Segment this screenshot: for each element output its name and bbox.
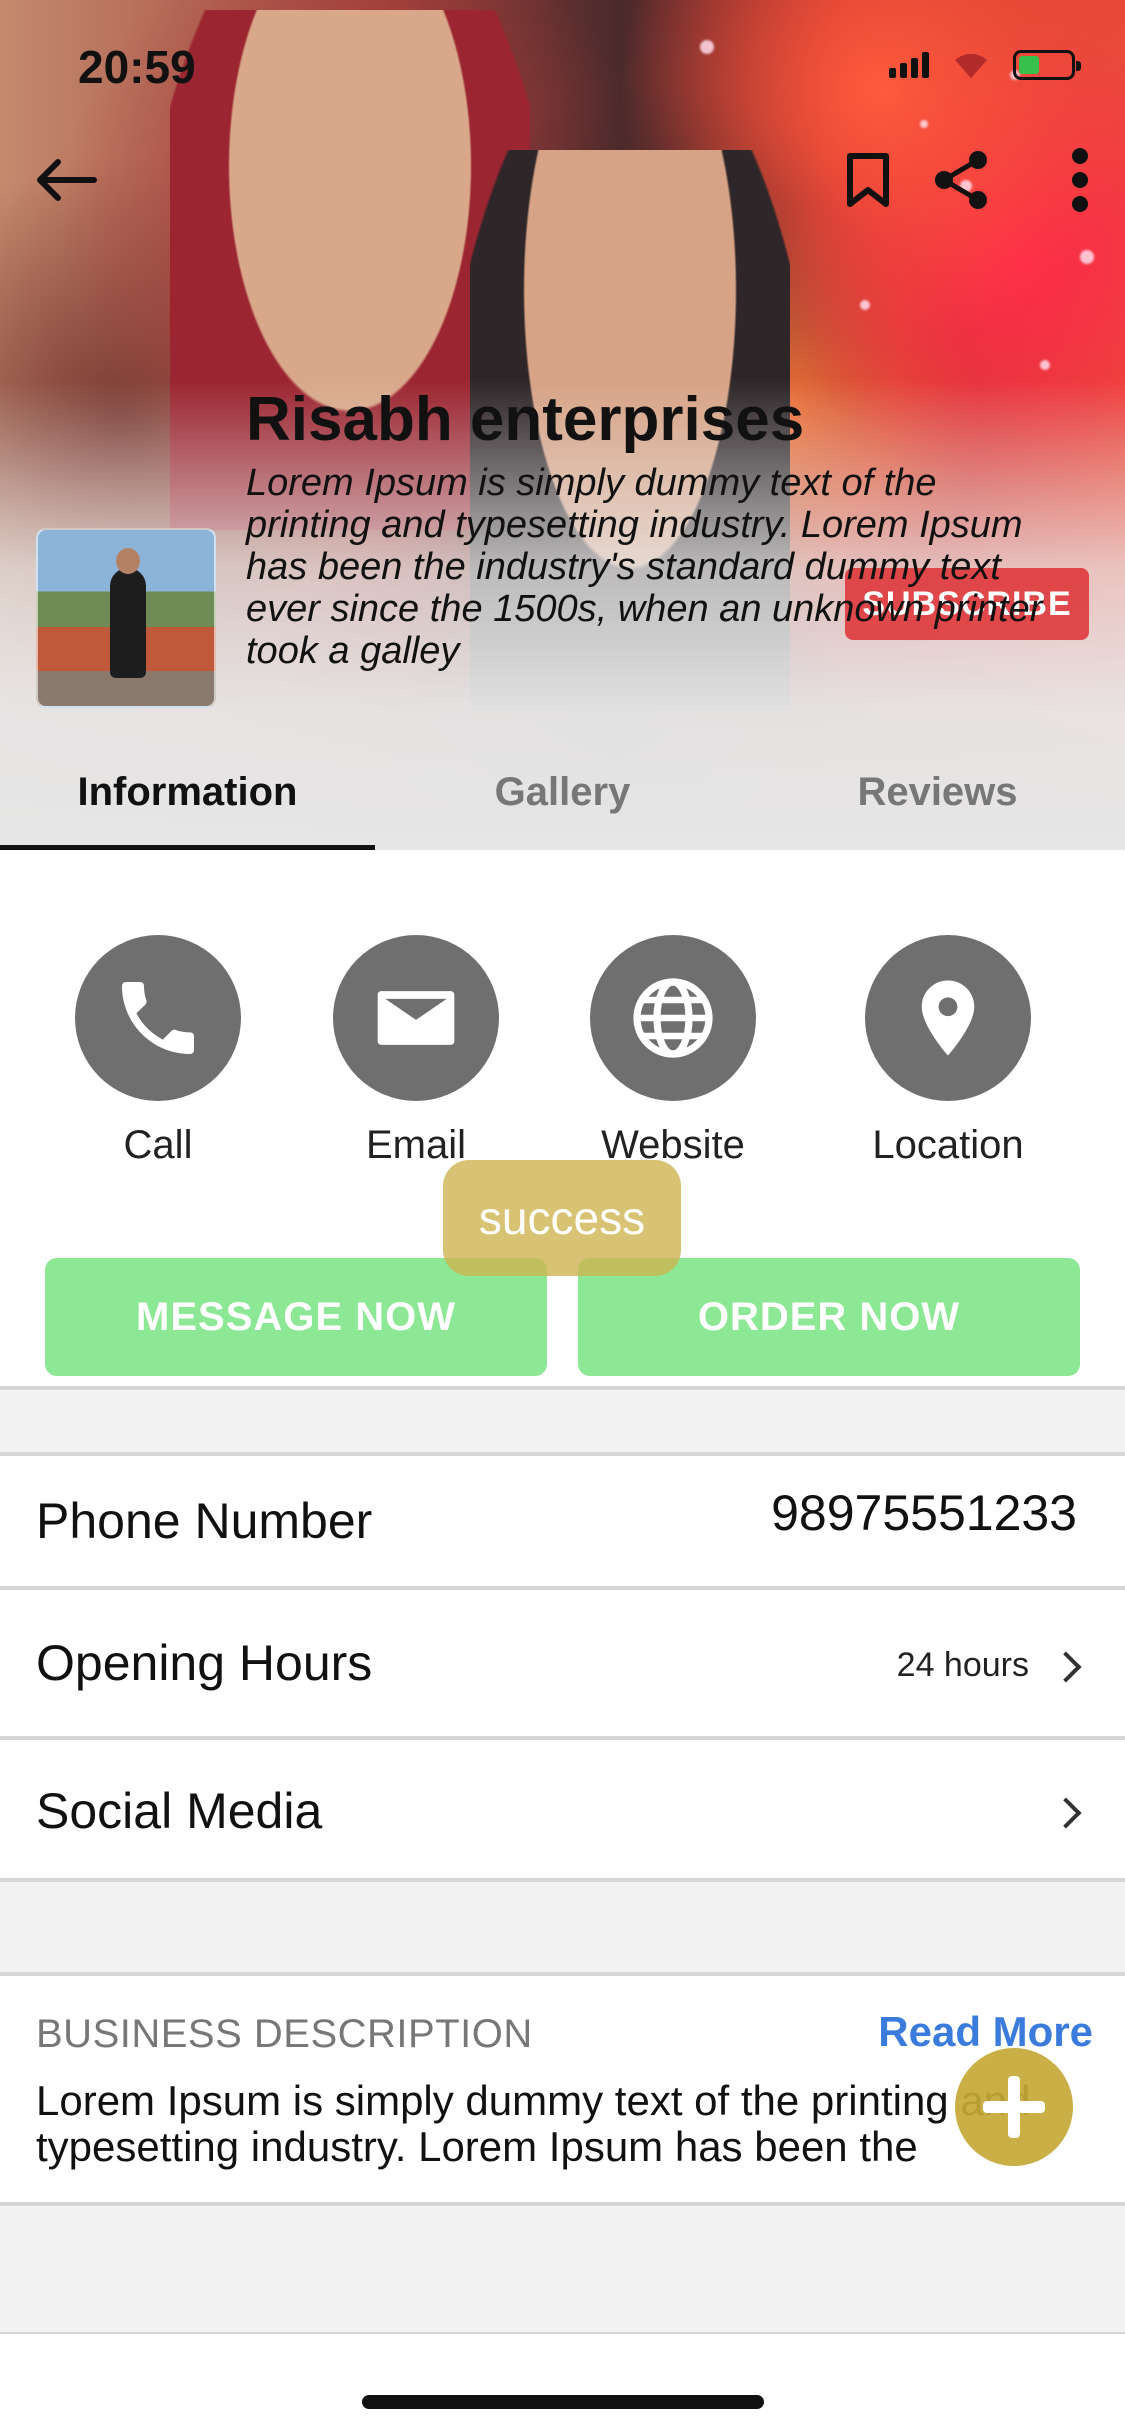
email-label: Email [365,1123,467,1167]
bookmark-icon [847,153,889,207]
bokeh-light [700,40,714,54]
contact-actions: Call Email Website Location [0,935,1125,1185]
chevron-right-icon [1050,1651,1082,1683]
email-action[interactable]: Email [306,935,526,1168]
social-media-label: Social Media [36,1783,323,1839]
location-circle[interactable] [865,935,1031,1101]
business-description-heading: BUSINESS DESCRIPTION [36,2012,533,2056]
more-vertical-icon [1072,148,1088,212]
location-label: Location [872,1123,1024,1167]
share-button[interactable] [922,140,1002,220]
call-action[interactable]: Call [48,935,268,1168]
business-name: Risabh enterprises [246,385,805,454]
call-label: Call [123,1123,193,1167]
battery-icon [1013,50,1081,80]
phone-number-label: Phone Number [36,1493,373,1549]
tab-information[interactable]: Information [0,735,375,850]
chevron-right-icon [1050,1797,1082,1829]
opening-hours-value: 24 hours [896,1646,1029,1684]
website-circle[interactable] [590,935,756,1101]
add-fab-button[interactable] [955,2048,1073,2166]
cellular-signal-icon [889,52,929,78]
bokeh-light [1080,250,1094,264]
success-toast: success [443,1160,681,1276]
more-options-button[interactable] [1040,140,1120,220]
share-icon [935,151,987,209]
bokeh-light [920,120,928,128]
status-time: 20:59 [78,41,196,93]
back-arrow-icon [37,159,97,201]
business-description-text: Lorem Ipsum is simply dummy text of the … [36,2078,1030,2174]
phone-number-value: 98975551233 [771,1485,1077,1541]
divider [0,2332,1125,2334]
read-more-link[interactable]: Read More [878,2008,1093,2056]
tab-gallery[interactable]: Gallery [375,735,750,850]
status-icons [889,50,1081,80]
section-spacer [0,2206,1125,2332]
bokeh-light [860,300,870,310]
opening-hours-label: Opening Hours [36,1635,373,1691]
section-spacer [0,1882,1125,1974]
home-indicator[interactable] [362,2395,764,2409]
mail-icon [377,991,455,1045]
location-action[interactable]: Location [838,935,1058,1168]
website-action[interactable]: Website [563,935,783,1168]
back-button[interactable] [26,140,106,220]
phone-number-row[interactable]: Phone Number 98975551233 [0,1456,1125,1586]
social-media-row[interactable]: Social Media [0,1740,1125,1878]
section-spacer [0,1390,1125,1454]
call-circle[interactable] [75,935,241,1101]
business-tagline: Lorem Ipsum is simply dummy text of the … [246,462,1043,672]
tab-reviews[interactable]: Reviews [750,735,1125,850]
globe-icon [633,978,713,1058]
business-avatar[interactable] [36,528,216,708]
tab-bar: Information Gallery Reviews [0,735,1125,850]
location-pin-icon [921,980,975,1056]
bokeh-light [1040,360,1050,370]
phone-icon [122,982,194,1054]
bookmark-button[interactable] [828,140,908,220]
opening-hours-row[interactable]: Opening Hours 24 hours [0,1590,1125,1736]
wifi-icon [955,53,987,78]
email-circle[interactable] [333,935,499,1101]
